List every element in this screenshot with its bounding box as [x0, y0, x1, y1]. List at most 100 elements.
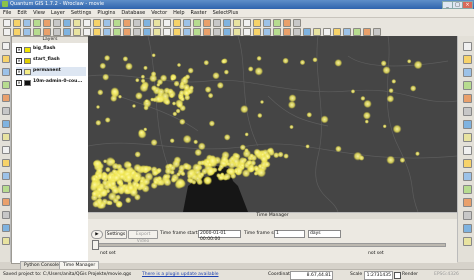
menu-view[interactable]: View — [30, 9, 48, 17]
menu-layer[interactable]: Layer — [48, 9, 68, 17]
tool-icon[interactable] — [183, 28, 191, 36]
tool-icon[interactable] — [2, 107, 10, 115]
tool-icon[interactable] — [273, 19, 281, 27]
tool-icon[interactable] — [293, 28, 301, 36]
tool-icon[interactable] — [2, 172, 10, 180]
tool-icon[interactable] — [13, 28, 21, 36]
tool-icon[interactable] — [463, 94, 472, 103]
tool-icon[interactable] — [2, 237, 10, 245]
layer-checkbox[interactable]: ✕ — [16, 69, 22, 75]
tool-icon[interactable] — [253, 28, 261, 36]
time-slider[interactable] — [94, 243, 446, 247]
tool-icon[interactable] — [193, 19, 201, 27]
tool-icon[interactable] — [3, 28, 11, 36]
tool-icon[interactable] — [13, 19, 21, 27]
tool-icon[interactable] — [223, 19, 231, 27]
tool-icon[interactable] — [163, 28, 171, 36]
tool-icon[interactable] — [463, 120, 472, 129]
tool-icon[interactable] — [463, 172, 472, 181]
tool-icon[interactable] — [193, 28, 201, 36]
tool-icon[interactable] — [73, 28, 81, 36]
tool-icon[interactable] — [163, 19, 171, 27]
tool-icon[interactable] — [333, 28, 341, 36]
tool-icon[interactable] — [463, 81, 472, 90]
tool-icon[interactable] — [353, 28, 361, 36]
tool-icon[interactable] — [33, 19, 41, 27]
tool-icon[interactable] — [463, 42, 472, 51]
time-frame-start-input[interactable]: 2000-01-01 00:00:00 — [198, 230, 241, 242]
tool-icon[interactable] — [173, 19, 181, 27]
tool-icon[interactable] — [313, 28, 321, 36]
tool-icon[interactable] — [263, 28, 271, 36]
tool-icon[interactable] — [463, 211, 472, 220]
tool-icon[interactable] — [143, 28, 151, 36]
tool-icon[interactable] — [43, 28, 51, 36]
play-button[interactable]: ▶ — [91, 230, 103, 239]
tool-icon[interactable] — [123, 28, 131, 36]
plugin-update-link[interactable]: There is a plugin update available — [142, 272, 218, 277]
tool-icon[interactable] — [2, 146, 10, 154]
time-unit-select[interactable]: days — [308, 230, 341, 238]
tool-icon[interactable] — [463, 224, 472, 233]
map-canvas[interactable] — [88, 36, 457, 212]
tool-icon[interactable] — [463, 107, 472, 116]
tool-icon[interactable] — [83, 28, 91, 36]
tool-icon[interactable] — [253, 19, 261, 27]
tool-icon[interactable] — [2, 94, 10, 102]
tool-icon[interactable] — [233, 28, 241, 36]
tool-icon[interactable] — [93, 28, 101, 36]
tool-icon[interactable] — [363, 28, 371, 36]
tool-icon[interactable] — [83, 19, 91, 27]
tool-icon[interactable] — [343, 28, 351, 36]
tool-icon[interactable] — [113, 28, 121, 36]
tool-icon[interactable] — [2, 55, 10, 63]
layer-item-permanent[interactable]: ✕ permanent — [16, 67, 86, 76]
tool-icon[interactable] — [133, 28, 141, 36]
tool-icon[interactable] — [53, 28, 61, 36]
tool-icon[interactable] — [213, 28, 221, 36]
tool-icon[interactable] — [143, 19, 151, 27]
tool-icon[interactable] — [463, 146, 472, 155]
tool-icon[interactable] — [183, 19, 191, 27]
tool-icon[interactable] — [463, 237, 472, 246]
tool-icon[interactable] — [463, 133, 472, 142]
layer-checkbox[interactable]: ✕ — [16, 47, 22, 53]
tool-icon[interactable] — [103, 19, 111, 27]
tool-icon[interactable] — [263, 19, 271, 27]
tool-icon[interactable] — [3, 19, 11, 27]
tool-icon[interactable] — [303, 28, 311, 36]
tool-icon[interactable] — [73, 19, 81, 27]
menu-help[interactable]: Help — [170, 9, 187, 17]
epsg-label[interactable]: EPSG:4326 — [434, 272, 459, 277]
tool-icon[interactable] — [23, 28, 31, 36]
tool-icon[interactable] — [463, 198, 472, 207]
tool-icon[interactable] — [113, 19, 121, 27]
render-checkbox[interactable] — [394, 272, 401, 279]
layer-item-countries[interactable]: ✕ 10m-admin-0-cou... — [16, 78, 86, 87]
time-slider-handle[interactable] — [92, 240, 99, 250]
layer-item-start-flash[interactable]: ✕ start_flash — [16, 56, 86, 65]
tool-icon[interactable] — [2, 185, 10, 193]
tool-icon[interactable] — [2, 159, 10, 167]
layer-item-big-flash[interactable]: ✕ big_flash — [16, 45, 86, 54]
tool-icon[interactable] — [63, 28, 71, 36]
tool-icon[interactable] — [123, 19, 131, 27]
tool-icon[interactable] — [2, 198, 10, 206]
menu-plugins[interactable]: Plugins — [94, 9, 118, 17]
layer-checkbox[interactable]: ✕ — [16, 58, 22, 64]
layer-checkbox[interactable]: ✕ — [16, 80, 22, 86]
tool-icon[interactable] — [93, 19, 101, 27]
tool-icon[interactable] — [53, 19, 61, 27]
settings-button[interactable]: Settings — [105, 230, 127, 239]
tool-icon[interactable] — [203, 28, 211, 36]
tool-icon[interactable] — [243, 28, 251, 36]
tool-icon[interactable] — [463, 68, 472, 77]
menu-selectplus[interactable]: SelectPlus — [210, 9, 242, 17]
close-button[interactable]: × — [462, 1, 473, 9]
tool-icon[interactable] — [373, 28, 381, 36]
tool-icon[interactable] — [283, 28, 291, 36]
tool-icon[interactable] — [233, 19, 241, 27]
tool-icon[interactable] — [23, 19, 31, 27]
tool-icon[interactable] — [43, 19, 51, 27]
tool-icon[interactable] — [2, 81, 10, 89]
